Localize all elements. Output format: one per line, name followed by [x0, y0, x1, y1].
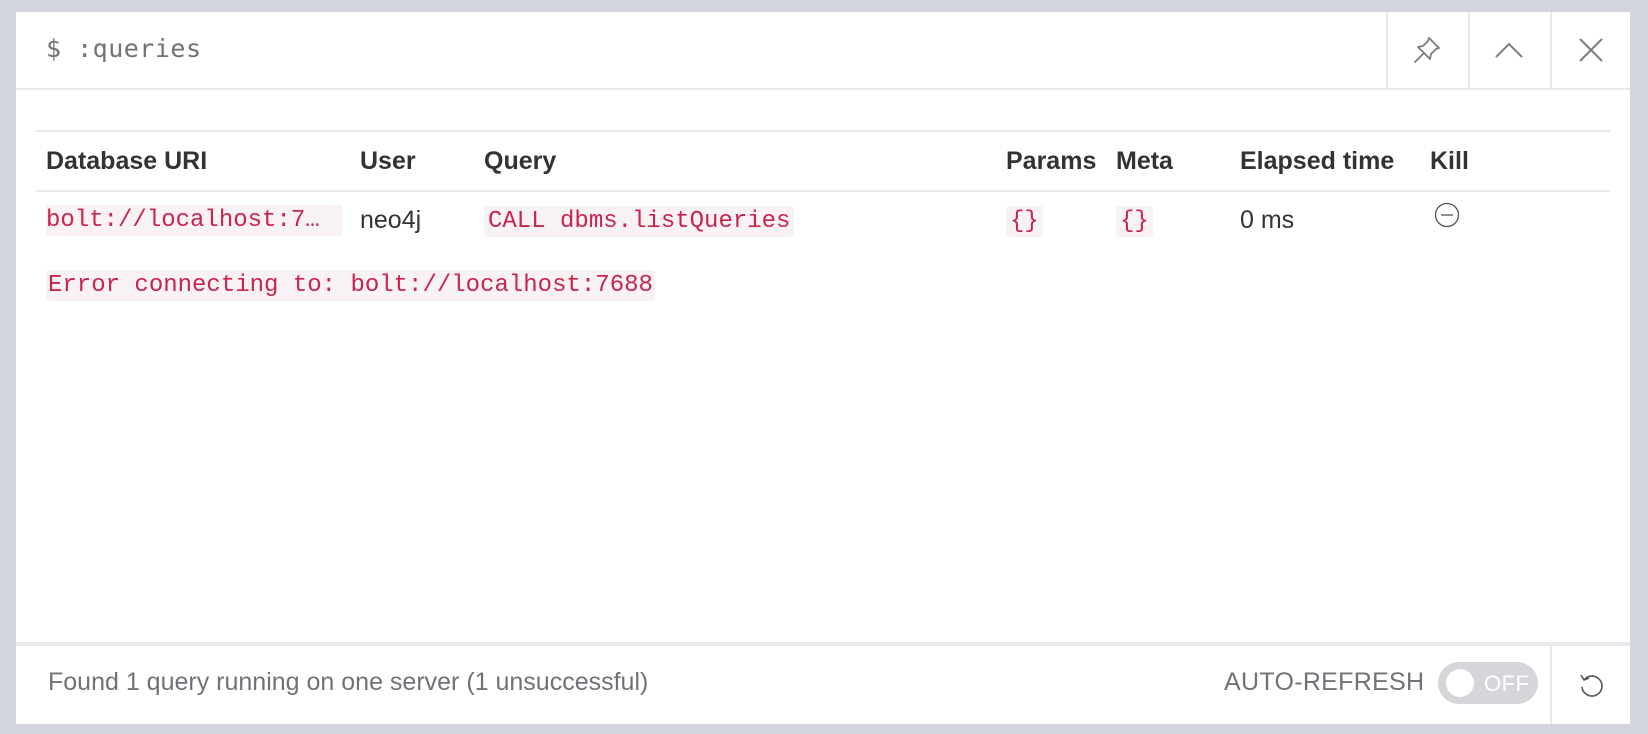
meta-cell: {}: [1106, 191, 1230, 248]
column-header-query: Query: [474, 130, 996, 192]
column-header-elapsed-time: Elapsed time: [1230, 130, 1420, 192]
toggle-knob: [1446, 669, 1474, 697]
close-icon: [1579, 38, 1603, 62]
pin-icon: [1414, 37, 1440, 63]
query-text: CALL dbms.listQueries: [484, 206, 795, 237]
kill-query-button[interactable]: [1434, 202, 1460, 235]
collapse-button[interactable]: [1468, 12, 1548, 88]
toggle-state: OFF: [1484, 671, 1530, 696]
close-button[interactable]: [1550, 12, 1630, 88]
column-header-user: User: [350, 130, 474, 192]
table-row: bolt://localhost:7687 neo4j CALL dbms.li…: [36, 191, 1610, 248]
auto-refresh-toggle[interactable]: OFF: [1438, 662, 1538, 704]
database-uri: bolt://localhost:7687: [46, 204, 342, 236]
table-header-row: Database URI User Query Params Meta Elap…: [36, 130, 1610, 192]
query-cell: CALL dbms.listQueries: [474, 191, 996, 248]
meta-value: {}: [1116, 206, 1153, 237]
command-text[interactable]: $ :queries: [46, 34, 202, 63]
column-header-params: Params: [996, 130, 1106, 192]
database-uri-cell: bolt://localhost:7687: [36, 191, 350, 248]
pin-button[interactable]: [1386, 12, 1466, 88]
column-header-meta: Meta: [1106, 130, 1230, 192]
queries-table: Database URI User Query Params Meta Elap…: [36, 130, 1610, 248]
refresh-button[interactable]: [1550, 646, 1630, 724]
elapsed-time-cell: 0 ms: [1240, 205, 1295, 234]
refresh-icon: [1580, 674, 1603, 697]
column-header-kill: Kill: [1420, 130, 1610, 192]
user-cell: neo4j: [360, 205, 422, 234]
error-message-row: Error connecting to: bolt://localhost:76…: [46, 270, 655, 301]
minus-circle-icon: [1434, 202, 1460, 227]
chevron-up-icon: [1495, 42, 1523, 58]
kill-cell: [1420, 191, 1610, 248]
frame-footer: Found 1 query running on one server (1 u…: [16, 642, 1630, 724]
status-text: Found 1 query running on one server (1 u…: [48, 668, 649, 696]
queries-frame: $ :queries Database URI User Query Param…: [16, 12, 1630, 724]
frame-body: Database URI User Query Params Meta Elap…: [36, 130, 1610, 301]
params-value: {}: [1006, 206, 1043, 237]
frame-header: $ :queries: [16, 12, 1630, 90]
error-message: Error connecting to: bolt://localhost:76…: [46, 270, 655, 301]
column-header-database-uri: Database URI: [36, 130, 350, 192]
params-cell: {}: [996, 191, 1106, 248]
auto-refresh-label: AUTO-REFRESH: [1224, 668, 1425, 696]
